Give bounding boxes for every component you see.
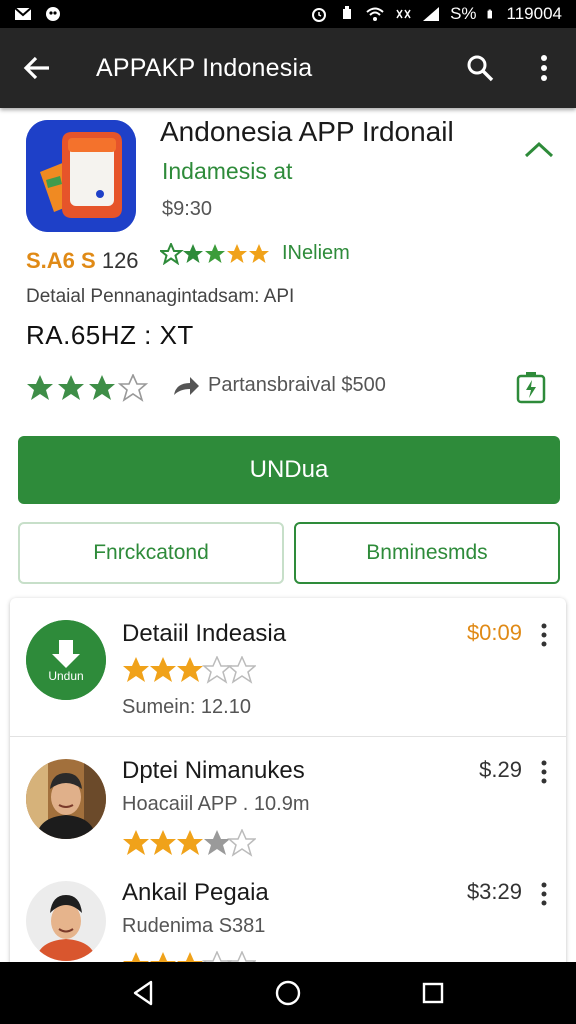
nav-home-button[interactable] (268, 973, 308, 1013)
app-bar-title: APPAKP Indonesia (96, 53, 313, 82)
rating-stars-icon (27, 374, 149, 402)
notification-icon (343, 6, 352, 19)
list-item-subtitle: Hoacaiil APP . 10.9m (122, 793, 310, 815)
person-avatar (26, 759, 106, 839)
green-stars-icon (160, 242, 269, 265)
back-button[interactable] (0, 28, 74, 108)
secondary-button-left[interactable]: Fnrckcatond (18, 522, 284, 584)
list-item[interactable]: Undun Detaiil Indeasia $0:09 Sumein: 12.… (10, 598, 566, 736)
install-button[interactable]: UNDua (18, 436, 560, 504)
battery-charging-icon[interactable] (514, 370, 548, 404)
more-vert-icon[interactable] (536, 881, 552, 907)
green-rating: INeliem (160, 242, 350, 265)
list-item-stars (122, 829, 256, 857)
rating-count-number: 126 (101, 248, 139, 273)
chevron-up-icon[interactable] (522, 132, 556, 166)
data-icon (396, 9, 411, 19)
related-apps-list: Undun Detaiil Indeasia $0:09 Sumein: 12.… (10, 598, 566, 978)
share-arrow-icon (174, 376, 199, 395)
clock: 119004 (506, 4, 562, 23)
list-item-subtitle: Sumein: 12.10 (122, 696, 251, 718)
secondary-button-right[interactable]: Bnminesmds (294, 522, 560, 584)
alarm-icon (312, 8, 327, 22)
person-photo-icon (26, 759, 106, 839)
nav-back-button[interactable] (123, 973, 163, 1013)
battery-percent: S% (450, 4, 477, 23)
search-button[interactable] (448, 28, 512, 108)
code-line: RA.65HZ : XT (26, 320, 194, 350)
signal-icon (423, 7, 440, 21)
app-name: Andonesia APP Irdonail (160, 116, 454, 147)
triangle-back-icon (133, 980, 152, 1006)
battery-icon (487, 9, 492, 19)
person-avatar (26, 881, 106, 961)
app-icon (26, 120, 136, 232)
search-icon (467, 55, 494, 82)
app-detail-screen: S% 119004 APPAKP Indonesia Andonesia APP… (0, 0, 576, 1024)
list-item-title: Detaiil Indeasia (122, 620, 287, 647)
developer-name[interactable]: Indamesis at (162, 158, 292, 185)
list-item[interactable]: Dptei Nimanukes $.29 Hoacaiil APP . 10.9… (10, 737, 566, 867)
download-avatar: Undun (26, 620, 106, 700)
more-vert-icon[interactable] (536, 759, 552, 785)
more-vert-icon (541, 55, 547, 81)
green-rating-label: INeliem (282, 242, 350, 264)
details-line: Detaial Pennanagintadsam: API (26, 286, 295, 307)
app-bar: APPAKP Indonesia (0, 28, 576, 108)
list-item-subtitle: Rudenima S381 (122, 915, 266, 937)
circle-home-icon (275, 980, 301, 1006)
back-arrow-icon (23, 56, 49, 80)
nav-recents-button[interactable] (413, 973, 453, 1013)
app-rating-stars (26, 374, 150, 402)
list-item-price: $0:09 (466, 620, 522, 645)
more-options-button[interactable] (512, 28, 576, 108)
chat-icon (46, 7, 60, 21)
system-nav-bar (0, 962, 576, 1024)
avatar-label: Undun (48, 669, 83, 683)
wifi-icon (366, 7, 384, 21)
list-item-stars (122, 656, 256, 684)
status-bar: S% 119004 (0, 0, 576, 28)
app-price: $9:30 (162, 198, 213, 220)
more-vert-icon[interactable] (536, 622, 552, 648)
person-photo-icon (26, 881, 106, 961)
share-link[interactable]: Partansbraival $500 (172, 374, 386, 397)
app-header: Andonesia APP Irdonail Indamesis at $9:3… (0, 112, 576, 584)
rating-count: S.A6 S 126 (26, 248, 139, 274)
list-item-title: Dptei Nimanukes (122, 757, 305, 784)
rating-stars-icon (123, 829, 256, 857)
rating-stars-icon (123, 656, 256, 684)
list-item-title: Ankail Pegaia (122, 879, 269, 906)
rating-count-value: S.A6 S (26, 248, 96, 273)
share-label: Partansbraival $500 (208, 374, 386, 396)
list-item-price: $.29 (479, 757, 522, 782)
square-recents-icon (423, 982, 444, 1004)
gmail-icon (14, 7, 32, 20)
download-icon: Undun (26, 620, 106, 700)
list-item-price: $3:29 (466, 879, 522, 904)
